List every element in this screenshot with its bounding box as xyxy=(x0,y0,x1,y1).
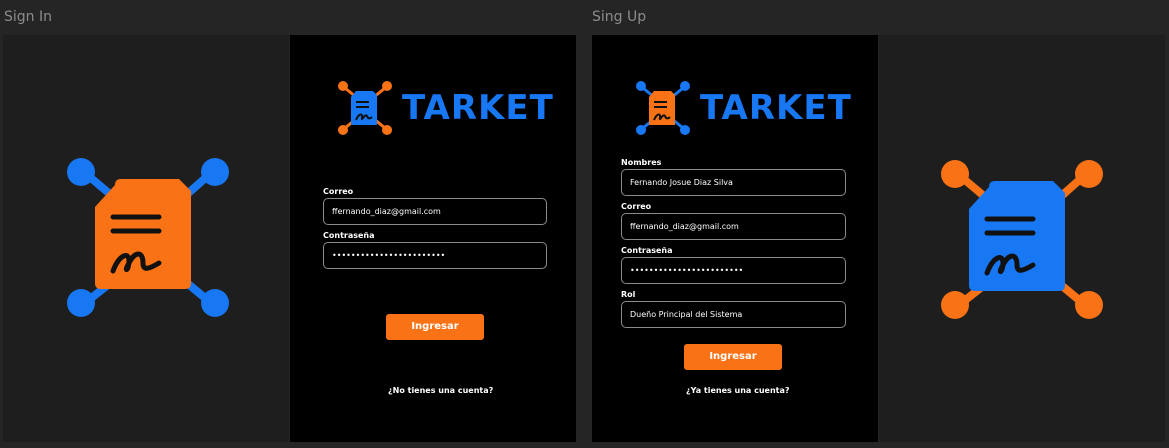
signup-form-panel: TARKET Nombres Fernando Josue Diaz Silva… xyxy=(592,35,878,442)
signup-submit-button[interactable]: Ingresar xyxy=(684,344,782,370)
role-select[interactable]: Dueño Principal del Sistema xyxy=(621,301,846,328)
email-field[interactable]: ffernando_diaz@gmail.com xyxy=(621,213,846,240)
signin-illustration-panel xyxy=(3,35,289,442)
signup-link[interactable]: ¿No tienes una cuenta? xyxy=(388,386,493,395)
signup-logo: TARKET xyxy=(634,79,852,137)
password-label: Contraseña xyxy=(621,246,673,255)
password-field[interactable]: •••••••••••••••••••••••• xyxy=(323,242,547,269)
document-network-icon xyxy=(63,155,233,325)
signin-submit-button[interactable]: Ingresar xyxy=(386,314,484,340)
document-network-icon xyxy=(937,157,1107,327)
tarket-logo-icon xyxy=(336,79,394,137)
signin-frame: TARKET Correo ffernando_diaz@gmail.com C… xyxy=(3,35,576,442)
name-label: Nombres xyxy=(621,158,662,167)
signin-frame-title: Sign In xyxy=(4,9,52,25)
signup-illustration-panel xyxy=(879,35,1165,442)
signin-link[interactable]: ¿Ya tienes una cuenta? xyxy=(686,386,790,395)
brand-wordmark: TARKET xyxy=(402,88,554,128)
email-field[interactable]: ffernando_diaz@gmail.com xyxy=(323,198,547,225)
password-field[interactable]: •••••••••••••••••••••••• xyxy=(621,257,846,284)
signin-form-panel: TARKET Correo ffernando_diaz@gmail.com C… xyxy=(290,35,576,442)
password-label: Contraseña xyxy=(323,231,375,240)
signup-frame: TARKET Nombres Fernando Josue Diaz Silva… xyxy=(592,35,1165,442)
signin-logo: TARKET xyxy=(336,79,554,137)
role-label: Rol xyxy=(621,290,636,299)
email-label: Correo xyxy=(621,202,652,211)
email-label: Correo xyxy=(323,187,354,196)
signup-frame-title: Sing Up xyxy=(592,9,647,25)
name-field[interactable]: Fernando Josue Diaz Silva xyxy=(621,169,846,196)
brand-wordmark: TARKET xyxy=(700,88,852,128)
tarket-logo-icon xyxy=(634,79,692,137)
